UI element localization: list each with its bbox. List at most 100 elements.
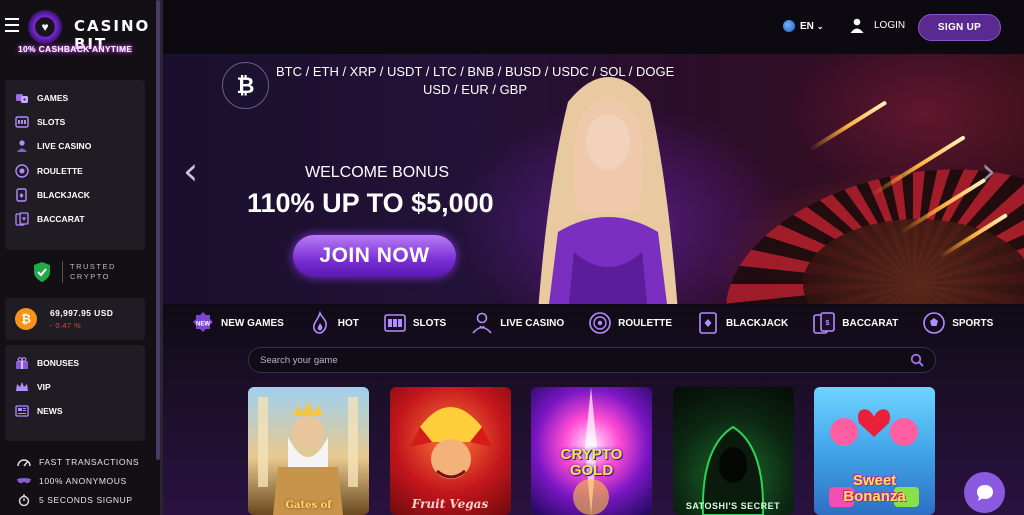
category-label: HOT: [337, 317, 359, 329]
game-tile-sweet-bonanza[interactable]: Sweet Bonanza: [814, 387, 935, 515]
sidebar-item-label: VIP: [37, 382, 51, 393]
game-tile-crypto-gold[interactable]: CRYPTO GOLD: [531, 387, 652, 515]
trusted-line-2: CRYPTO: [70, 272, 110, 281]
game-title: Sweet Bonanza: [843, 472, 906, 505]
trusted-line-1: TRUSTED: [70, 262, 116, 271]
dealer-icon: [15, 139, 29, 153]
game-lobby: NEW NEW GAMES HOT SLOTS LIVE CASINO ROUL…: [163, 304, 1024, 515]
perk-label: 100% ANONYMOUS: [39, 475, 127, 486]
soccer-ball-icon: [922, 311, 946, 335]
sidebar-item-roulette[interactable]: ROULETTE: [5, 159, 145, 183]
category-roulette[interactable]: ROULETTE: [588, 311, 672, 335]
category-baccarat[interactable]: $ BACCARAT: [812, 311, 898, 335]
join-now-button[interactable]: JOIN NOW: [293, 235, 456, 277]
crown-icon: [15, 380, 29, 394]
bitcoin-badge-icon: ₿: [222, 62, 269, 109]
carousel-next-arrow-icon[interactable]: ›: [981, 149, 996, 193]
svg-text:$: $: [826, 320, 830, 327]
perk-item: 5 SECONDS SIGNUP: [16, 490, 139, 509]
carousel-prev-arrow-icon[interactable]: ‹: [183, 149, 198, 193]
cashback-tagline: 10% CASHBACK ANYTIME: [18, 44, 133, 54]
live-chat-button[interactable]: [964, 472, 1005, 513]
game-title: SATOSHI'S SECRET: [685, 501, 781, 511]
language-selector[interactable]: EN ⌄: [783, 20, 824, 32]
sidebar-item-live-casino[interactable]: LIVE CASINO: [5, 134, 145, 158]
sidebar-item-label: ROULETTE: [37, 165, 83, 176]
balance-change: - 0.47 %: [50, 321, 82, 330]
chat-bubble-icon: [976, 484, 993, 501]
game-title: Gates of: [285, 500, 332, 511]
balance-amount: 69,997.95 USD: [50, 308, 114, 318]
perk-label: FAST TRANSACTIONS: [39, 456, 140, 467]
cards-icon: [696, 311, 720, 335]
game-art: [258, 397, 358, 515]
search-input[interactable]: [260, 354, 910, 366]
chevron-down-icon: ⌄: [816, 21, 824, 31]
top-header: EN ⌄ LOGIN SIGN UP: [163, 0, 1024, 54]
category-live-casino[interactable]: LIVE CASINO: [470, 311, 564, 335]
game-tile-fruit-vegas[interactable]: Fruit Vegas: [389, 387, 511, 515]
dice-icon: [15, 91, 29, 105]
slot-machine-icon: [15, 115, 29, 129]
sidebar-item-slots[interactable]: SLOTS: [5, 110, 145, 134]
slot-machine-icon: [383, 311, 407, 335]
user-icon: [850, 18, 864, 33]
game-art: [409, 407, 492, 479]
category-label: SLOTS: [412, 317, 447, 329]
sidebar-item-label: SLOTS: [37, 117, 66, 128]
category-label: SPORTS: [952, 317, 994, 329]
game-tile-gates-of-olympus[interactable]: Gates of: [248, 387, 369, 515]
sidebar-item-bonuses[interactable]: BONUSES: [5, 351, 145, 375]
category-slots[interactable]: SLOTS: [383, 311, 446, 335]
app-root: ♥ CASINO BIT 10% CASHBACK ANYTIME GAMES …: [0, 0, 1024, 515]
balance-card[interactable]: ₿ 69,997.95 USD - 0.47 %: [5, 298, 145, 340]
sidebar-games-menu: GAMES SLOTS LIVE CASINO ROULETTE BLACKJA…: [5, 80, 145, 250]
sidebar-item-blackjack[interactable]: BLACKJACK: [5, 183, 145, 207]
welcome-bonus-label: WELCOME BONUS: [305, 164, 450, 181]
login-label: LOGIN: [874, 20, 906, 31]
trusted-crypto-badge: TRUSTED CRYPTO: [32, 261, 116, 283]
hero-banner[interactable]: ₿ BTC / ETH / XRP / USDT / LTC / BNB / B…: [163, 54, 1024, 304]
news-icon: [15, 404, 29, 418]
language-label: EN: [800, 20, 814, 32]
light-streak-graphic: [808, 100, 888, 152]
sidebar-scrollbar[interactable]: [156, 0, 160, 460]
sidebar-extra-menu: BONUSES VIP NEWS: [5, 345, 145, 441]
sidebar-item-baccarat[interactable]: BACCARAT: [5, 207, 145, 231]
category-label: LIVE CASINO: [500, 317, 565, 329]
currency-list-line-2: USD / EUR / GBP: [423, 82, 528, 97]
search-icon[interactable]: [910, 353, 924, 367]
category-label: BLACKJACK: [726, 317, 789, 329]
sidebar-item-games[interactable]: GAMES: [5, 86, 145, 110]
category-hot[interactable]: HOT: [308, 310, 359, 335]
game-search-bar: [248, 347, 936, 373]
category-label: BACCARAT: [842, 317, 899, 329]
hostess-illustration: [538, 77, 678, 304]
game-title: Fruit Vegas: [411, 497, 489, 511]
sidebar-item-vip[interactable]: VIP: [5, 375, 145, 399]
category-label: NEW GAMES: [221, 317, 284, 329]
category-new-games[interactable]: NEW NEW GAMES: [191, 311, 284, 335]
balance-values: 69,997.95 USD - 0.47 %: [50, 308, 113, 330]
mask-icon: [16, 475, 32, 487]
sidebar-item-label: BONUSES: [37, 358, 80, 369]
signup-button[interactable]: SIGN UP: [918, 14, 1001, 41]
svg-text:NEW: NEW: [196, 322, 210, 328]
logo-heart-icon[interactable]: ♥: [28, 10, 62, 44]
hamburger-menu-icon[interactable]: [5, 18, 19, 32]
game-tile-satoshis-secret[interactable]: SATOSHI'S SECRET: [672, 387, 794, 515]
perk-item: 100% ANONYMOUS: [16, 471, 139, 490]
sidebar-item-news[interactable]: NEWS: [5, 399, 145, 423]
category-blackjack[interactable]: BLACKJACK: [696, 311, 788, 335]
perks-list: FAST TRANSACTIONS 100% ANONYMOUS 5 SECON…: [16, 452, 139, 509]
perk-item: FAST TRANSACTIONS: [16, 452, 139, 471]
login-button[interactable]: LOGIN: [850, 18, 905, 33]
bonus-title: 110% UP TO $5,000: [247, 188, 494, 218]
category-sports[interactable]: SPORTS: [922, 311, 993, 335]
game-art: [701, 425, 764, 515]
globe-icon: [783, 20, 795, 32]
currency-list-line-1: BTC / ETH / XRP / USDT / LTC / BNB / BUS…: [276, 64, 675, 79]
bitcoin-icon: ₿: [15, 308, 37, 330]
roulette-icon: [15, 163, 29, 178]
divider: [62, 261, 63, 283]
